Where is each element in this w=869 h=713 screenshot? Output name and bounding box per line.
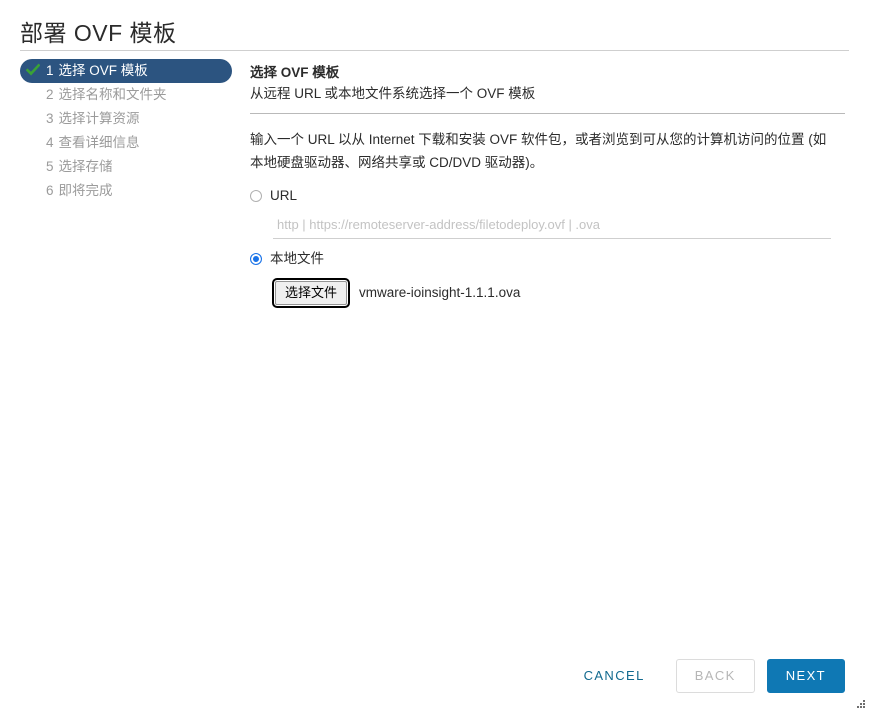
step-number: 2 xyxy=(46,87,54,102)
sidebar-item-step-4[interactable]: 4 查看详细信息 xyxy=(20,131,232,155)
step-label: 选择计算资源 xyxy=(58,111,140,126)
next-button[interactable]: NEXT xyxy=(766,659,845,693)
check-icon xyxy=(26,63,40,77)
sidebar-item-step-3[interactable]: 3 选择计算资源 xyxy=(20,107,232,131)
sidebar-item-step-2[interactable]: 2 选择名称和文件夹 xyxy=(20,83,232,107)
wizard-step-list: 1 选择 OVF 模板 2 选择名称和文件夹 3 选择计算资源 4 查看详细信息 5 选择… xyxy=(20,59,232,203)
deploy-ovf-wizard: 部署 OVF 模板 1 选择 OVF 模板 2 选择名称和文件夹 3 选择计算资源 4… xyxy=(0,0,869,713)
radio-local-file-indicator[interactable] xyxy=(250,252,262,265)
radio-option-local-file[interactable]: 本地文件 xyxy=(250,251,845,267)
page-title: 部署 OVF 模板 xyxy=(20,20,177,46)
url-field-wrapper xyxy=(273,216,831,239)
choose-file-button[interactable]: 选择文件 xyxy=(271,277,351,308)
radio-url-indicator[interactable] xyxy=(250,189,262,202)
wizard-content-pane: 选择 OVF 模板 从远程 URL 或本地文件系统选择一个 OVF 模板 输入一… xyxy=(250,62,845,308)
pane-divider xyxy=(250,113,845,114)
pane-title: 选择 OVF 模板 xyxy=(250,65,340,80)
radio-local-file-label: 本地文件 xyxy=(270,250,324,266)
step-label: 选择 OVF 模板 xyxy=(58,63,148,78)
step-number: 1 xyxy=(46,63,54,78)
step-number: 5 xyxy=(46,159,54,174)
step-number: 6 xyxy=(46,183,54,198)
step-number: 4 xyxy=(46,135,54,150)
step-label: 查看详细信息 xyxy=(58,135,140,150)
cancel-button[interactable]: CANCEL xyxy=(565,659,664,693)
sidebar-item-step-6[interactable]: 6 即将完成 xyxy=(20,179,232,203)
file-picker-row: 选择文件 vmware-ioinsight-1.1.1.ova xyxy=(271,277,845,308)
title-divider xyxy=(20,50,849,51)
sidebar-item-step-1[interactable]: 1 选择 OVF 模板 xyxy=(20,59,232,83)
step-label: 即将完成 xyxy=(58,183,113,198)
sidebar-item-step-5[interactable]: 5 选择存储 xyxy=(20,155,232,179)
back-button[interactable]: BACK xyxy=(675,659,755,693)
step-number: 3 xyxy=(46,111,54,126)
step-label: 选择名称和文件夹 xyxy=(58,87,167,102)
pane-subtitle: 从远程 URL 或本地文件系统选择一个 OVF 模板 xyxy=(250,86,536,101)
step-label: 选择存储 xyxy=(58,159,113,174)
url-input[interactable] xyxy=(273,216,831,239)
resize-grip-icon[interactable] xyxy=(854,698,866,710)
wizard-footer: CANCEL BACK NEXT xyxy=(565,659,845,693)
radio-option-url[interactable]: URL xyxy=(250,188,845,204)
pane-description: 输入一个 URL 以从 Internet 下载和安装 OVF 软件包，或者浏览到… xyxy=(250,132,827,170)
radio-url-label: URL xyxy=(270,187,298,203)
selected-file-name: vmware-ioinsight-1.1.1.ova xyxy=(359,285,521,300)
